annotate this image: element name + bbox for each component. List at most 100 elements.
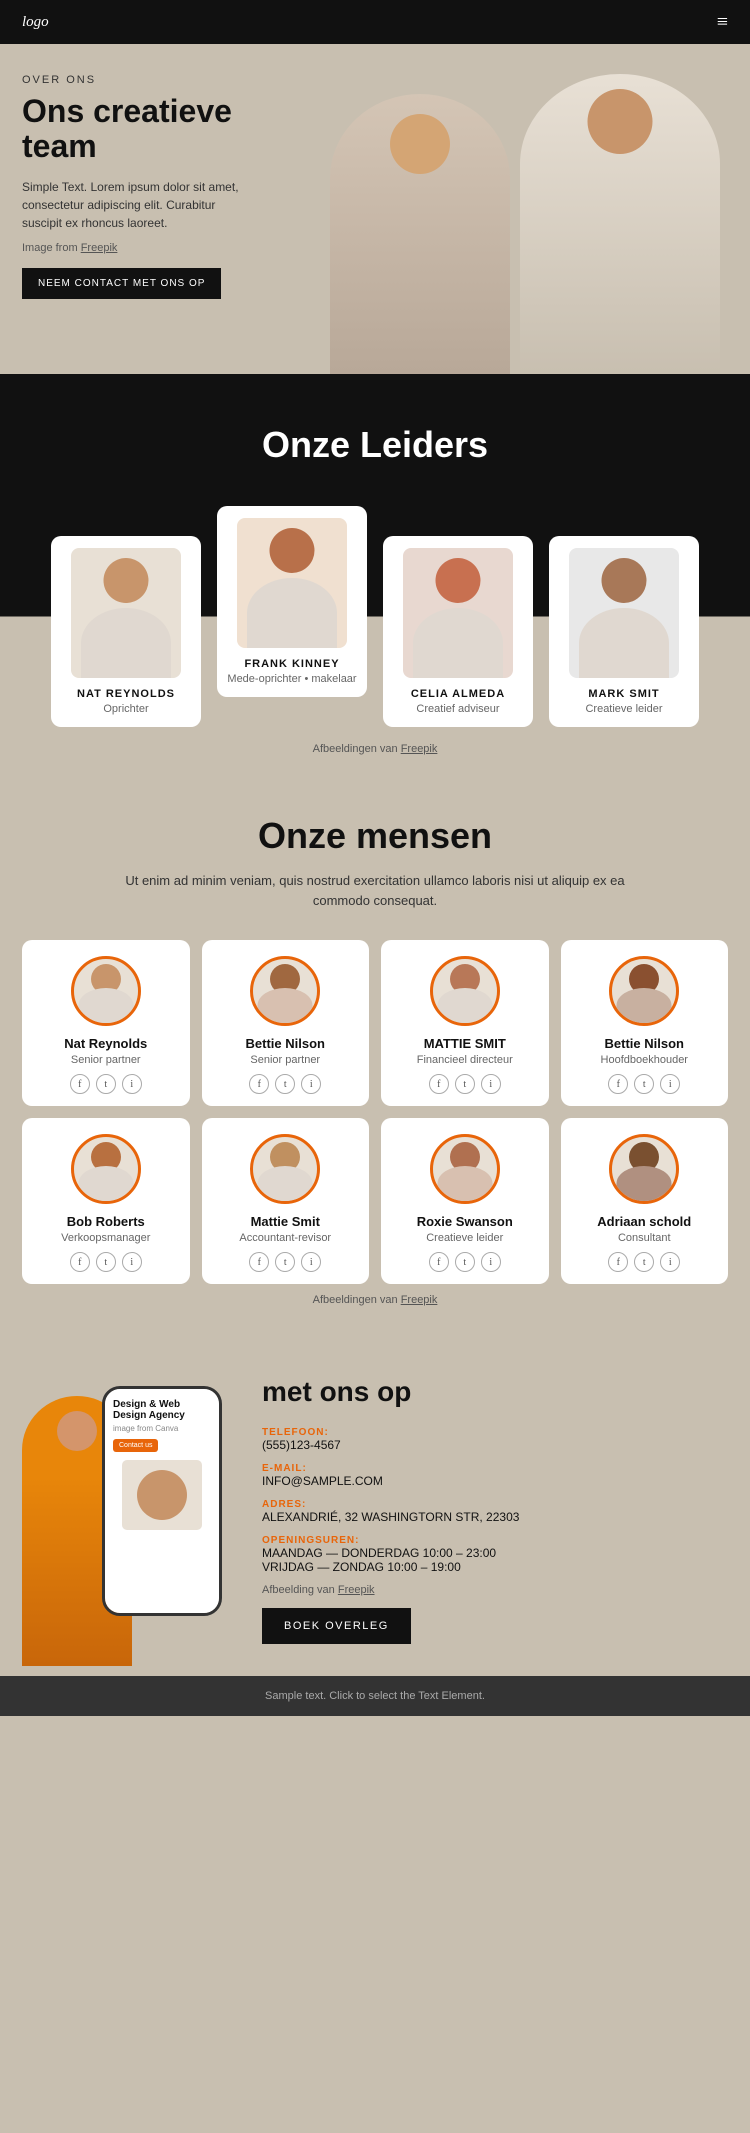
contact-address-row: ADRES: ALEXANDRIÉ, 32 WASHINGTORN STR, 2…	[262, 1496, 728, 1524]
twitter-icon-3[interactable]: t	[634, 1074, 654, 1094]
twitter-icon-2[interactable]: t	[455, 1074, 475, 1094]
phone-label: TELEFOON:	[262, 1427, 329, 1438]
leiders-section: Onze Leiders NAT REYNOLDS Oprichter FRAN…	[0, 374, 750, 765]
mensen-credit: Afbeeldingen van Freepik	[22, 1294, 728, 1306]
mensen-card-3: Bettie Nilson Hoofdboekhouder f t i	[561, 940, 729, 1106]
twitter-icon-4[interactable]: t	[96, 1252, 116, 1272]
instagram-icon-6[interactable]: i	[481, 1252, 501, 1272]
mensen-card-1: Bettie Nilson Senior partner f t i	[202, 940, 370, 1106]
leiders-bottom: Afbeeldingen van Freepik	[0, 727, 750, 765]
facebook-icon-6[interactable]: f	[429, 1252, 449, 1272]
mensen-desc: Ut enim ad minim veniam, quis nostrud ex…	[115, 871, 635, 910]
leider-name-nat: NAT REYNOLDS	[61, 688, 191, 700]
mensen-name-1: Bettie Nilson	[210, 1036, 362, 1051]
twitter-icon-5[interactable]: t	[275, 1252, 295, 1272]
mensen-role-7: Consultant	[569, 1232, 721, 1244]
leider-avatar-nat	[71, 548, 181, 678]
facebook-icon-3[interactable]: f	[608, 1074, 628, 1094]
hero-section: OVER ONS Ons creatieve team Simple Text.…	[0, 44, 750, 374]
mensen-name-0: Nat Reynolds	[30, 1036, 182, 1051]
phone-screen-btn[interactable]: Contact us	[113, 1439, 158, 1452]
twitter-icon-1[interactable]: t	[275, 1074, 295, 1094]
instagram-icon-1[interactable]: i	[301, 1074, 321, 1094]
mensen-avatar-6	[430, 1134, 500, 1204]
leiders-credit-link[interactable]: Freepik	[401, 743, 438, 755]
phone-screen-title: Design & Web Design Agency	[113, 1399, 211, 1421]
mensen-card-7: Adriaan schold Consultant f t i	[561, 1118, 729, 1284]
footer: Sample text. Click to select the Text El…	[0, 1676, 750, 1716]
mensen-credit-link[interactable]: Freepik	[401, 1294, 438, 1306]
hero-man-face	[588, 89, 653, 154]
leiders-credit: Afbeeldingen van Freepik	[0, 743, 750, 755]
mensen-card-0: Nat Reynolds Senior partner f t i	[22, 940, 190, 1106]
instagram-icon-4[interactable]: i	[122, 1252, 142, 1272]
hero-man	[520, 74, 720, 374]
hero-text: Simple Text. Lorem ipsum dolor sit amet,…	[22, 178, 252, 232]
hours-value1: MAANDAG — DONDERDAG 10:00 – 23:00	[262, 1546, 728, 1560]
mensen-role-3: Hoofdboekhouder	[569, 1054, 721, 1066]
boek-button[interactable]: BOEK OVERLEG	[262, 1608, 411, 1644]
mensen-name-6: Roxie Swanson	[389, 1214, 541, 1229]
contact-section: Design & Web Design Agency image from Ca…	[0, 1336, 750, 1676]
instagram-icon-7[interactable]: i	[660, 1252, 680, 1272]
leider-role-nat: Oprichter	[61, 703, 191, 715]
contact-phone-mock: Design & Web Design Agency image from Ca…	[102, 1386, 222, 1616]
social-icons-4: f t i	[30, 1252, 182, 1272]
leider-avatar-mark	[569, 548, 679, 678]
contact-right: met ons op TELEFOON: (555)123-4567 E-MAI…	[242, 1366, 728, 1644]
facebook-icon-5[interactable]: f	[249, 1252, 269, 1272]
facebook-icon-2[interactable]: f	[429, 1074, 449, 1094]
email-label: E-MAIL:	[262, 1463, 307, 1474]
mensen-role-4: Verkoopsmanager	[30, 1232, 182, 1244]
mensen-avatar-1	[250, 956, 320, 1026]
mensen-card-2: MATTIE SMIT Financieel directeur f t i	[381, 940, 549, 1106]
social-icons-1: f t i	[210, 1074, 362, 1094]
leider-role-mark: Creatieve leider	[559, 703, 689, 715]
contact-credit: Afbeelding van Freepik	[262, 1584, 728, 1596]
contact-phone-row: TELEFOON: (555)123-4567	[262, 1424, 728, 1452]
hero-credit: Image from Freepik	[22, 242, 252, 254]
facebook-icon-4[interactable]: f	[70, 1252, 90, 1272]
leider-name-celia: CELIA ALMEDA	[393, 688, 523, 700]
mensen-avatar-4	[71, 1134, 141, 1204]
mensen-role-0: Senior partner	[30, 1054, 182, 1066]
leider-card-celia: CELIA ALMEDA Creatief adviseur	[383, 536, 533, 727]
facebook-icon-7[interactable]: f	[608, 1252, 628, 1272]
mensen-card-5: Mattie Smit Accountant-revisor f t i	[202, 1118, 370, 1284]
address-value: ALEXANDRIÉ, 32 WASHINGTORN STR, 22303	[262, 1510, 728, 1524]
mensen-name-2: MATTIE SMIT	[389, 1036, 541, 1051]
leider-card-nat: NAT REYNOLDS Oprichter	[51, 536, 201, 727]
social-icons-6: f t i	[389, 1252, 541, 1272]
mensen-card-4: Bob Roberts Verkoopsmanager f t i	[22, 1118, 190, 1284]
twitter-icon-7[interactable]: t	[634, 1252, 654, 1272]
instagram-icon-0[interactable]: i	[122, 1074, 142, 1094]
hero-credit-link[interactable]: Freepik	[81, 242, 118, 254]
mensen-card-6: Roxie Swanson Creatieve leider f t i	[381, 1118, 549, 1284]
instagram-icon-5[interactable]: i	[301, 1252, 321, 1272]
twitter-icon-0[interactable]: t	[96, 1074, 116, 1094]
mensen-role-2: Financieel directeur	[389, 1054, 541, 1066]
hero-people	[270, 44, 750, 374]
facebook-icon-0[interactable]: f	[70, 1074, 90, 1094]
mensen-role-5: Accountant-revisor	[210, 1232, 362, 1244]
twitter-icon-6[interactable]: t	[455, 1252, 475, 1272]
mensen-avatar-0	[71, 956, 141, 1026]
leiders-title: Onze Leiders	[0, 424, 750, 466]
contact-credit-link[interactable]: Freepik	[338, 1584, 375, 1596]
leider-card-mark: MARK SMIT Creatieve leider	[549, 536, 699, 727]
facebook-icon-1[interactable]: f	[249, 1074, 269, 1094]
menu-icon[interactable]: ≡	[717, 11, 728, 34]
leider-avatar-frank	[237, 518, 347, 648]
instagram-icon-3[interactable]: i	[660, 1074, 680, 1094]
phone-value: (555)123-4567	[262, 1438, 728, 1452]
instagram-icon-2[interactable]: i	[481, 1074, 501, 1094]
leider-name-mark: MARK SMIT	[559, 688, 689, 700]
contact-hours-row: OPENINGSUREN: MAANDAG — DONDERDAG 10:00 …	[262, 1532, 728, 1574]
mensen-title: Onze mensen	[22, 815, 728, 857]
mensen-role-6: Creatieve leider	[389, 1232, 541, 1244]
mensen-grid: Nat Reynolds Senior partner f t i Bettie…	[22, 940, 728, 1284]
contact-button[interactable]: NEEM CONTACT MET ONS OP	[22, 268, 221, 299]
leider-role-celia: Creatief adviseur	[393, 703, 523, 715]
hero-title: Ons creatieve team	[22, 94, 252, 164]
mensen-name-5: Mattie Smit	[210, 1214, 362, 1229]
